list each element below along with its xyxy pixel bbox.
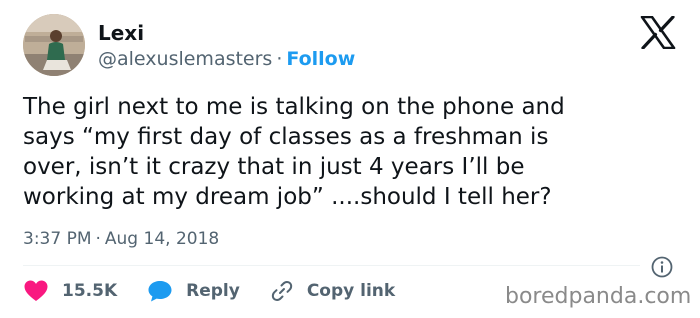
info-icon[interactable] [651,256,673,278]
avatar[interactable] [23,14,85,76]
copy-link-button[interactable]: Copy link [270,279,395,303]
action-bar: 15.5K Reply Copy link [23,277,395,305]
tweet-card: Lexi @alexuslemasters · Follow The girl ne… [0,0,700,318]
author-handle[interactable]: @alexuslemasters [98,48,272,70]
avatar-photo [23,14,85,76]
tweet-date: Aug 14, 2018 [104,229,220,249]
timestamp-separator: · [95,229,101,249]
tweet-text: The girl next to me is talking on the ph… [23,94,565,210]
like-count: 15.5K [62,281,118,301]
author-name[interactable]: Lexi [98,21,144,45]
tweet-timestamp[interactable]: 3:37 PM · Aug 14, 2018 [23,228,219,250]
like-button[interactable]: 15.5K [23,279,117,303]
x-logo-icon[interactable] [640,15,676,50]
watermark: boredpanda.com [505,284,692,309]
author-handle-row: @alexuslemasters · Follow [98,47,355,71]
link-icon [271,281,292,301]
follow-button[interactable]: Follow [286,48,355,70]
copy-link-label: Copy link [306,281,396,301]
divider [23,265,640,266]
handle-separator: · [276,48,283,70]
tweet-time: 3:37 PM [23,229,92,249]
heart-icon [24,280,48,301]
reply-button[interactable]: Reply [147,279,240,303]
speech-bubble-icon [148,281,172,302]
reply-label: Reply [186,281,240,301]
